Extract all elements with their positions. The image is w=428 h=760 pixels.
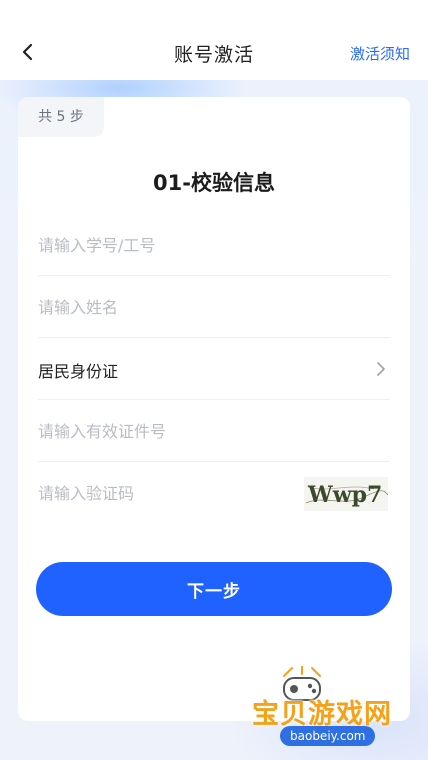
student-id-input[interactable] — [38, 215, 390, 275]
name-input[interactable] — [38, 277, 390, 337]
watermark: 宝贝游戏网 baobeiy.com — [250, 666, 400, 756]
id-type-value: 居民身份证 — [38, 362, 119, 381]
top-nav-bar: 账号激活 激活须知 — [0, 0, 428, 80]
id-number-input[interactable] — [38, 401, 390, 461]
student-id-row — [38, 215, 390, 276]
steps-badge: 共 5 步 — [18, 97, 104, 137]
id-number-row — [38, 401, 390, 462]
next-step-button[interactable]: 下一步 — [36, 562, 392, 616]
captcha-image[interactable]: Wwp7 — [304, 477, 388, 511]
captcha-text: Wwp7 — [307, 482, 382, 508]
id-type-select[interactable]: 居民身份证 — [38, 339, 390, 400]
captcha-input[interactable] — [38, 463, 288, 523]
watermark-url: baobeiy.com — [280, 726, 376, 746]
chevron-right-icon — [377, 362, 385, 376]
activation-notice-link[interactable]: 激活须知 — [350, 43, 410, 64]
form-card: 共 5 步 01-校验信息 居民身份证 Wwp7 下一步 — [18, 97, 410, 721]
name-row — [38, 277, 390, 338]
captcha-row: Wwp7 — [38, 463, 390, 524]
section-title: 01-校验信息 — [153, 171, 275, 195]
